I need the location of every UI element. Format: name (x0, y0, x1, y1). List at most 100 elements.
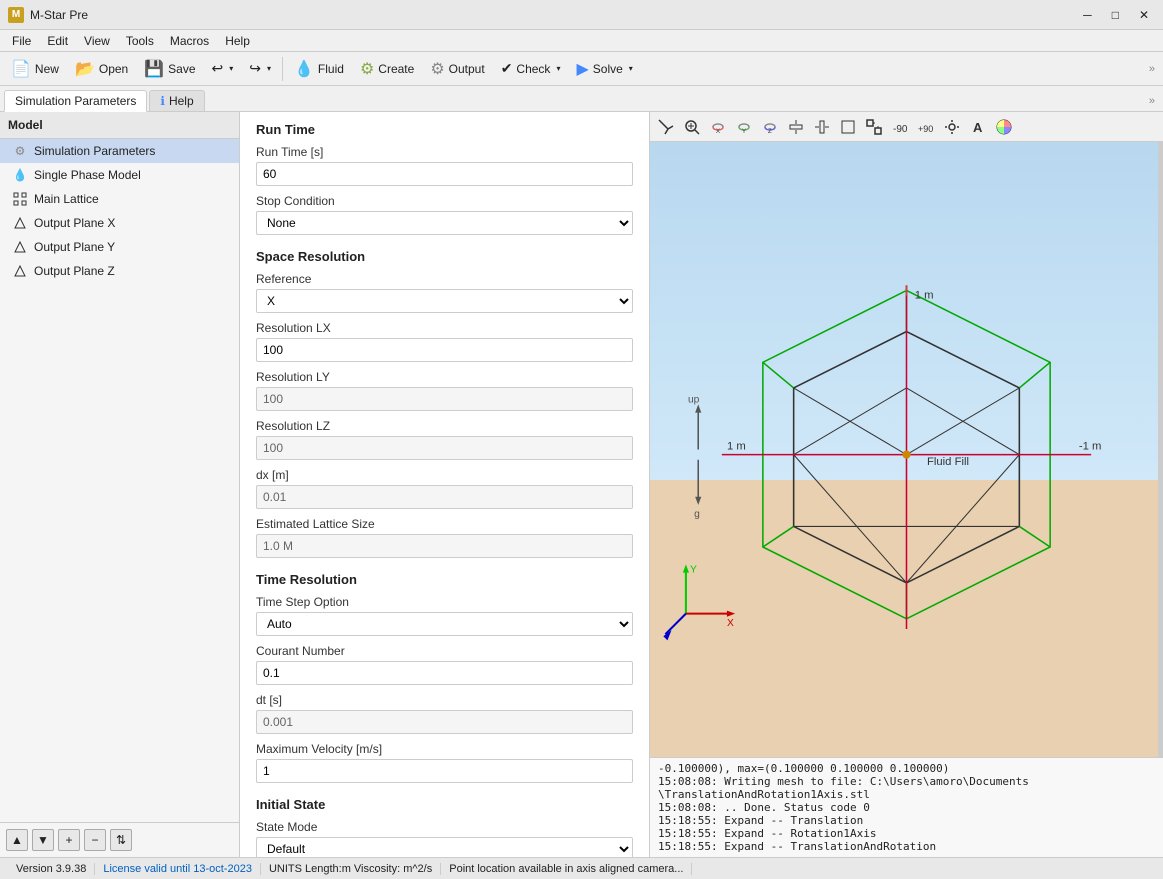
res-lz-input[interactable] (256, 436, 633, 460)
vp-reset-cw-button[interactable]: -90 (888, 115, 912, 139)
sidebar-down-button[interactable]: ▼ (32, 829, 54, 851)
redo-dropdown-arrow: ▾ (267, 64, 271, 73)
minimize-button[interactable]: ─ (1077, 6, 1098, 24)
svg-text:Fluid Fill: Fluid Fill (927, 456, 969, 468)
new-icon: 📄 (11, 59, 31, 79)
courant-input[interactable] (256, 661, 633, 685)
create-icon: ⚙ (360, 59, 374, 79)
point-location-item: Point location available in axis aligned… (441, 863, 692, 875)
check-dropdown-arrow: ▾ (556, 64, 560, 73)
open-button[interactable]: 📂 Open (68, 55, 135, 83)
vp-reset-ccw-button[interactable]: +90 (914, 115, 938, 139)
dx-label: dx [m] (256, 468, 633, 482)
sidebar-remove-button[interactable]: − (84, 829, 106, 851)
sidebar-item-simulation-parameters[interactable]: ⚙ Simulation Parameters (0, 139, 239, 163)
vp-pan-y-button[interactable] (810, 115, 834, 139)
vp-settings-button[interactable] (940, 115, 964, 139)
tabbar-expand[interactable]: » (1145, 91, 1159, 111)
time-step-option-select[interactable]: Auto Manual (256, 612, 633, 636)
log-line-1: 15:08:08: Writing mesh to file: C:\Users… (658, 775, 1155, 788)
menu-edit[interactable]: Edit (39, 32, 76, 50)
sidebar-item-output-plane-z[interactable]: Output Plane Z (0, 259, 239, 283)
viewport-canvas[interactable]: Y X up g (650, 142, 1163, 757)
tabbar: Simulation Parameters ℹ Help » (0, 86, 1163, 112)
vp-zoom-button[interactable] (680, 115, 704, 139)
stop-condition-label: Stop Condition (256, 194, 633, 208)
svg-text:g: g (694, 509, 700, 520)
save-button[interactable]: 💾 Save (137, 55, 202, 83)
tab-simulation-parameters[interactable]: Simulation Parameters (4, 90, 147, 112)
reference-label: Reference (256, 272, 633, 286)
menu-help[interactable]: Help (217, 32, 258, 50)
gear-icon: ⚙ (12, 143, 28, 159)
sidebar-add-button[interactable]: + (58, 829, 80, 851)
svg-text:1 m: 1 m (727, 441, 746, 453)
sidebar-item-output-plane-x[interactable]: Output Plane X (0, 211, 239, 235)
svg-text:A: A (973, 120, 983, 135)
tab-help[interactable]: ℹ Help (149, 90, 204, 111)
license-item: License valid until 13-oct-2023 (95, 863, 261, 875)
vp-pan-x-button[interactable] (784, 115, 808, 139)
max-velocity-input[interactable] (256, 759, 633, 783)
toolbar-expand[interactable]: » (1149, 63, 1159, 75)
maximize-button[interactable]: □ (1106, 6, 1125, 24)
solve-button[interactable]: ▶ Solve ▾ (569, 55, 639, 83)
vp-rotate-z-button[interactable]: Z (758, 115, 782, 139)
vp-rotate-y-button[interactable]: Y (732, 115, 756, 139)
sidebar: Model ⚙ Simulation Parameters 💧 Single P… (0, 112, 240, 857)
menu-tools[interactable]: Tools (118, 32, 162, 50)
svg-text:Y: Y (690, 565, 697, 576)
check-button[interactable]: ✔ Check ▾ (494, 55, 568, 83)
sidebar-item-output-plane-y[interactable]: Output Plane Y (0, 235, 239, 259)
sidebar-up-button[interactable]: ▲ (6, 829, 28, 851)
redo-button[interactable]: ↪ ▾ (242, 55, 278, 83)
svg-text:up: up (688, 394, 700, 405)
version-item: Version 3.9.38 (8, 863, 95, 875)
courant-label: Courant Number (256, 644, 633, 658)
undo-button[interactable]: ↩ ▾ (205, 55, 241, 83)
vp-fit-button[interactable] (862, 115, 886, 139)
main-content: Model ⚙ Simulation Parameters 💧 Single P… (0, 112, 1163, 857)
stop-condition-select[interactable]: None Steady State (256, 211, 633, 235)
res-lx-label: Resolution LX (256, 321, 633, 335)
log-panel[interactable]: -0.100000), max=(0.100000 0.100000 0.100… (650, 757, 1163, 857)
section-run-time: Run Time (256, 122, 633, 137)
close-button[interactable]: ✕ (1133, 6, 1155, 24)
state-mode-select[interactable]: Default (256, 837, 633, 857)
license-text: License valid until 13-oct-2023 (103, 863, 252, 875)
vp-color-button[interactable] (992, 115, 1016, 139)
menu-view[interactable]: View (76, 32, 118, 50)
sidebar-item-single-phase-model[interactable]: 💧 Single Phase Model (0, 163, 239, 187)
svg-text:-1 m: -1 m (1079, 441, 1102, 453)
menu-file[interactable]: File (4, 32, 39, 50)
app-icon: M (8, 7, 24, 23)
log-line-5: 15:18:55: Expand -- Rotation1Axis (658, 827, 1155, 840)
vp-rotate-x-button[interactable]: X (706, 115, 730, 139)
vp-text-button[interactable]: A (966, 115, 990, 139)
log-line-6: 15:18:55: Expand -- TranslationAndRotati… (658, 840, 1155, 853)
run-time-label: Run Time [s] (256, 145, 633, 159)
est-lattice-input (256, 534, 633, 558)
sidebar-item-main-lattice[interactable]: Main Lattice (0, 187, 239, 211)
res-lx-input[interactable] (256, 338, 633, 362)
log-line-0: -0.100000), max=(0.100000 0.100000 0.100… (658, 762, 1155, 775)
vp-select-button[interactable] (654, 115, 678, 139)
toolbar: 📄 New 📂 Open 💾 Save ↩ ▾ ↪ ▾ 💧 Fluid ⚙ Cr… (0, 52, 1163, 86)
version-text: Version 3.9.38 (16, 863, 86, 875)
time-step-option-label: Time Step Option (256, 595, 633, 609)
res-ly-input[interactable] (256, 387, 633, 411)
app-title: M-Star Pre (30, 8, 88, 22)
output-button[interactable]: ⚙ Output (423, 55, 491, 83)
run-time-input[interactable] (256, 162, 633, 186)
fluid-button[interactable]: 💧 Fluid (287, 55, 351, 83)
vp-pan-z-button[interactable] (836, 115, 860, 139)
menu-macros[interactable]: Macros (162, 32, 217, 50)
resize-handle[interactable] (1158, 142, 1163, 757)
create-button[interactable]: ⚙ Create (353, 55, 421, 83)
log-line-4: 15:18:55: Expand -- Translation (658, 814, 1155, 827)
dt-input (256, 710, 633, 734)
reference-select[interactable]: X Y Z (256, 289, 633, 313)
sidebar-sort-button[interactable]: ⇅ (110, 829, 132, 851)
statusbar: Version 3.9.38 License valid until 13-oc… (0, 857, 1163, 879)
new-button[interactable]: 📄 New (4, 55, 66, 83)
